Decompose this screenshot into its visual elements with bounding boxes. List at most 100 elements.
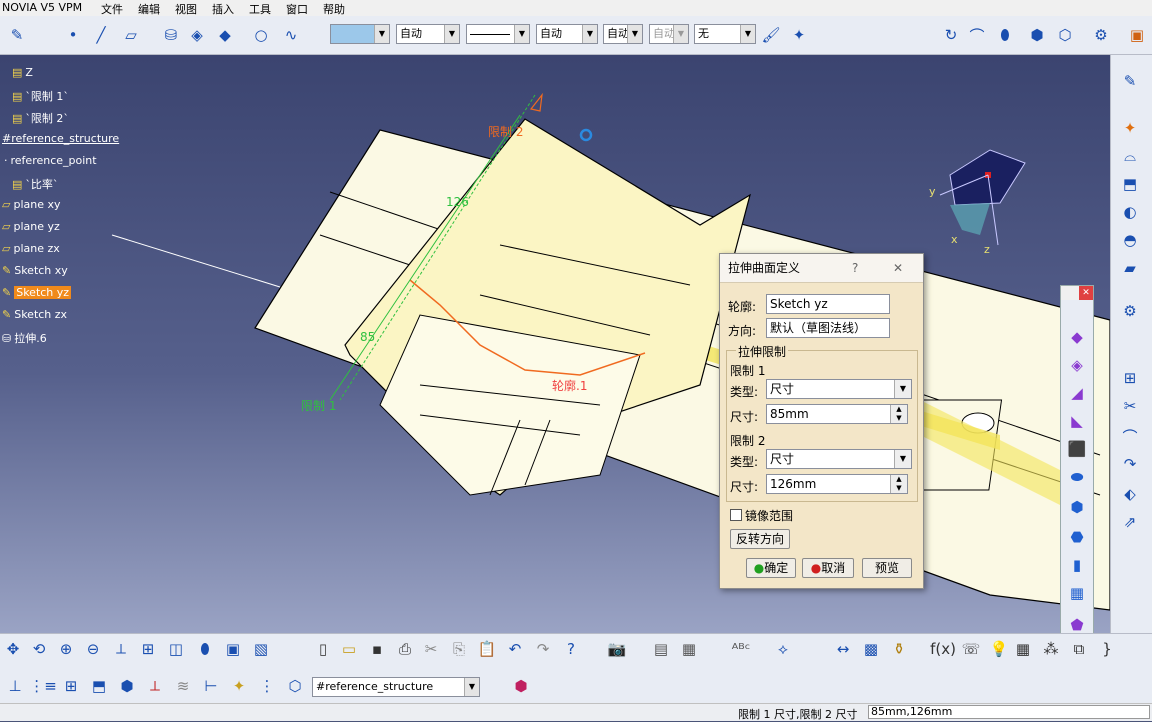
- design-table-icon[interactable]: ▦: [1012, 638, 1034, 660]
- save-icon[interactable]: ▪: [366, 638, 388, 660]
- tool-i-icon[interactable]: ▮: [1066, 554, 1088, 576]
- line-icon[interactable]: ╱: [90, 24, 112, 46]
- multi-view-icon[interactable]: ⊞: [137, 638, 159, 660]
- catalog-icon[interactable]: ▣: [1126, 24, 1148, 46]
- rotate-icon[interactable]: ↻: [940, 24, 962, 46]
- tree-item-reference-structure[interactable]: #reference_structure: [2, 132, 119, 145]
- menu-file[interactable]: 文件: [101, 1, 123, 17]
- surface-set-icon[interactable]: ⬡: [284, 675, 306, 697]
- split-icon[interactable]: ⊞: [1119, 367, 1141, 389]
- reaction-icon[interactable]: ⧉: [1068, 638, 1090, 660]
- zoom-out-icon[interactable]: ⊖: [82, 638, 104, 660]
- abc-icon[interactable]: ᴬᴮᶜ: [730, 638, 752, 660]
- linetype-combo-2[interactable]: 自动 ▼: [536, 24, 598, 44]
- menu-window[interactable]: 窗口: [286, 1, 308, 17]
- plane-icon[interactable]: ▱: [120, 24, 142, 46]
- fill-icon[interactable]: ◆: [214, 24, 236, 46]
- measure-item-icon[interactable]: ▩: [860, 638, 882, 660]
- scale-icon[interactable]: ⇗: [1119, 511, 1141, 533]
- sketcher-icon[interactable]: ✎: [1119, 70, 1141, 92]
- history-icon[interactable]: ≋: [172, 675, 194, 697]
- mirror-checkbox[interactable]: [730, 509, 742, 521]
- menu-view[interactable]: 视图: [175, 1, 197, 17]
- tree-icon[interactable]: ⋮≡: [29, 675, 57, 697]
- join-icon[interactable]: ⚙: [1119, 300, 1141, 322]
- direction-field[interactable]: 默认（草图法线）: [766, 318, 890, 338]
- grid-icon[interactable]: ▦: [678, 638, 700, 660]
- iso-view-icon[interactable]: ◫: [165, 638, 187, 660]
- tree-item-plane-xy[interactable]: ▱ plane xy: [2, 198, 61, 211]
- expand-icon[interactable]: }: [1096, 638, 1118, 660]
- tree-item-sketch-xy[interactable]: ✎ Sketch xy: [2, 264, 68, 277]
- status-value-field[interactable]: 85mm,126mm: [868, 705, 1150, 719]
- law-icon[interactable]: ⁂: [1040, 638, 1062, 660]
- tree-item-limit2[interactable]: ▤ `限制 2`: [12, 110, 69, 126]
- hide-icon[interactable]: ▣: [222, 638, 244, 660]
- structure-icon[interactable]: ⊢: [200, 675, 222, 697]
- copy-icon[interactable]: ⎘: [448, 638, 470, 660]
- measure-icon[interactable]: ⟡: [772, 638, 794, 660]
- preview-button[interactable]: 预览: [862, 558, 912, 578]
- constraint-icon[interactable]: ⟂: [144, 675, 166, 697]
- help-icon[interactable]: ?: [852, 254, 858, 282]
- axis-system-icon[interactable]: ⊥: [4, 675, 26, 697]
- tree-item-reference-point[interactable]: · reference_point: [4, 154, 97, 167]
- offset-icon[interactable]: ▰: [1119, 257, 1141, 279]
- assembly-icon[interactable]: ⚙: [1090, 24, 1112, 46]
- grid-snap-icon[interactable]: ⊞: [60, 675, 82, 697]
- 3d-viewport[interactable]: 限制 2 限制 1 126 85 轮廓.1 y x z ▤ Z ▤ `限制 1` ▤…: [0, 55, 1110, 633]
- dimension-85[interactable]: 85: [360, 330, 375, 344]
- extrude-icon[interactable]: ⛁: [160, 24, 182, 46]
- tool-f-icon[interactable]: ⬬: [1066, 466, 1088, 488]
- tree-item-z[interactable]: ▤ Z: [12, 66, 33, 79]
- measure-between-icon[interactable]: ↔: [832, 638, 854, 660]
- body-icon[interactable]: ⬢: [116, 675, 138, 697]
- trim-icon[interactable]: ✂: [1119, 395, 1141, 417]
- tool-c-icon[interactable]: ◢: [1066, 382, 1088, 404]
- combo-a[interactable]: 自动 ▼: [603, 24, 643, 44]
- line-style-combo[interactable]: ▼: [466, 24, 530, 44]
- dimension-126[interactable]: 126: [446, 195, 469, 209]
- ok-button[interactable]: ●确定: [746, 558, 796, 578]
- color-combo[interactable]: ▼: [330, 24, 390, 44]
- magic-icon[interactable]: ✦: [788, 24, 810, 46]
- extrude-tool-icon[interactable]: ⬒: [1119, 173, 1141, 195]
- eraser-icon[interactable]: ⬮: [994, 24, 1016, 46]
- cancel-button[interactable]: ●取消: [802, 558, 854, 578]
- normal-view-icon[interactable]: ⟂: [110, 638, 132, 660]
- limit1-type-select[interactable]: 尺寸 ▼: [766, 379, 912, 399]
- zoom-in-icon[interactable]: ⊕: [55, 638, 77, 660]
- circle-icon[interactable]: ○: [250, 24, 272, 46]
- tree-item-plane-yz[interactable]: ▱ plane yz: [2, 220, 60, 233]
- tree-item-extrude-6[interactable]: ⛁ 拉伸.6: [2, 330, 47, 346]
- limit2-size-input[interactable]: 126mm ▲ ▼: [766, 474, 908, 494]
- close-icon[interactable]: ✕: [1079, 286, 1093, 300]
- tool-h-icon[interactable]: ⬣: [1066, 526, 1088, 548]
- curve-icon[interactable]: ⌒: [966, 24, 988, 46]
- whats-this-icon[interactable]: ?: [560, 638, 582, 660]
- new-icon[interactable]: ▯: [312, 638, 334, 660]
- geometry-set-icon[interactable]: ⬒: [88, 675, 110, 697]
- light-icon[interactable]: 💡: [988, 638, 1010, 660]
- point-icon[interactable]: •: [62, 24, 84, 46]
- rotate-view-icon[interactable]: ⟲: [28, 638, 50, 660]
- surface-icon[interactable]: ◈: [186, 24, 208, 46]
- star-icon[interactable]: ✦: [228, 675, 250, 697]
- symmetry-icon[interactable]: ⬖: [1119, 483, 1141, 505]
- tool-b-icon[interactable]: ◈: [1066, 354, 1088, 376]
- workbench-icon[interactable]: ⬢: [510, 675, 532, 697]
- limit1-size-input[interactable]: 85mm ▲ ▼: [766, 404, 908, 424]
- redo-icon[interactable]: ↷: [532, 638, 554, 660]
- open-icon[interactable]: ▭: [338, 638, 360, 660]
- reverse-direction-button[interactable]: 反转方向: [730, 529, 790, 549]
- formula-icon[interactable]: f(x): [930, 638, 956, 660]
- fillet-icon[interactable]: ⌒: [1119, 425, 1141, 447]
- tree-item-limit1[interactable]: ▤ `限制 1`: [12, 88, 69, 104]
- menu-help[interactable]: 帮助: [323, 1, 345, 17]
- tree-item-ratio[interactable]: ▤ `比率`: [12, 176, 58, 192]
- table-icon[interactable]: ▤: [650, 638, 672, 660]
- tool-e-icon[interactable]: ⬛: [1066, 438, 1088, 460]
- model-canvas[interactable]: [0, 55, 1110, 633]
- sweep-icon[interactable]: ⌓: [1119, 145, 1141, 167]
- pan-icon[interactable]: ✥: [2, 638, 24, 660]
